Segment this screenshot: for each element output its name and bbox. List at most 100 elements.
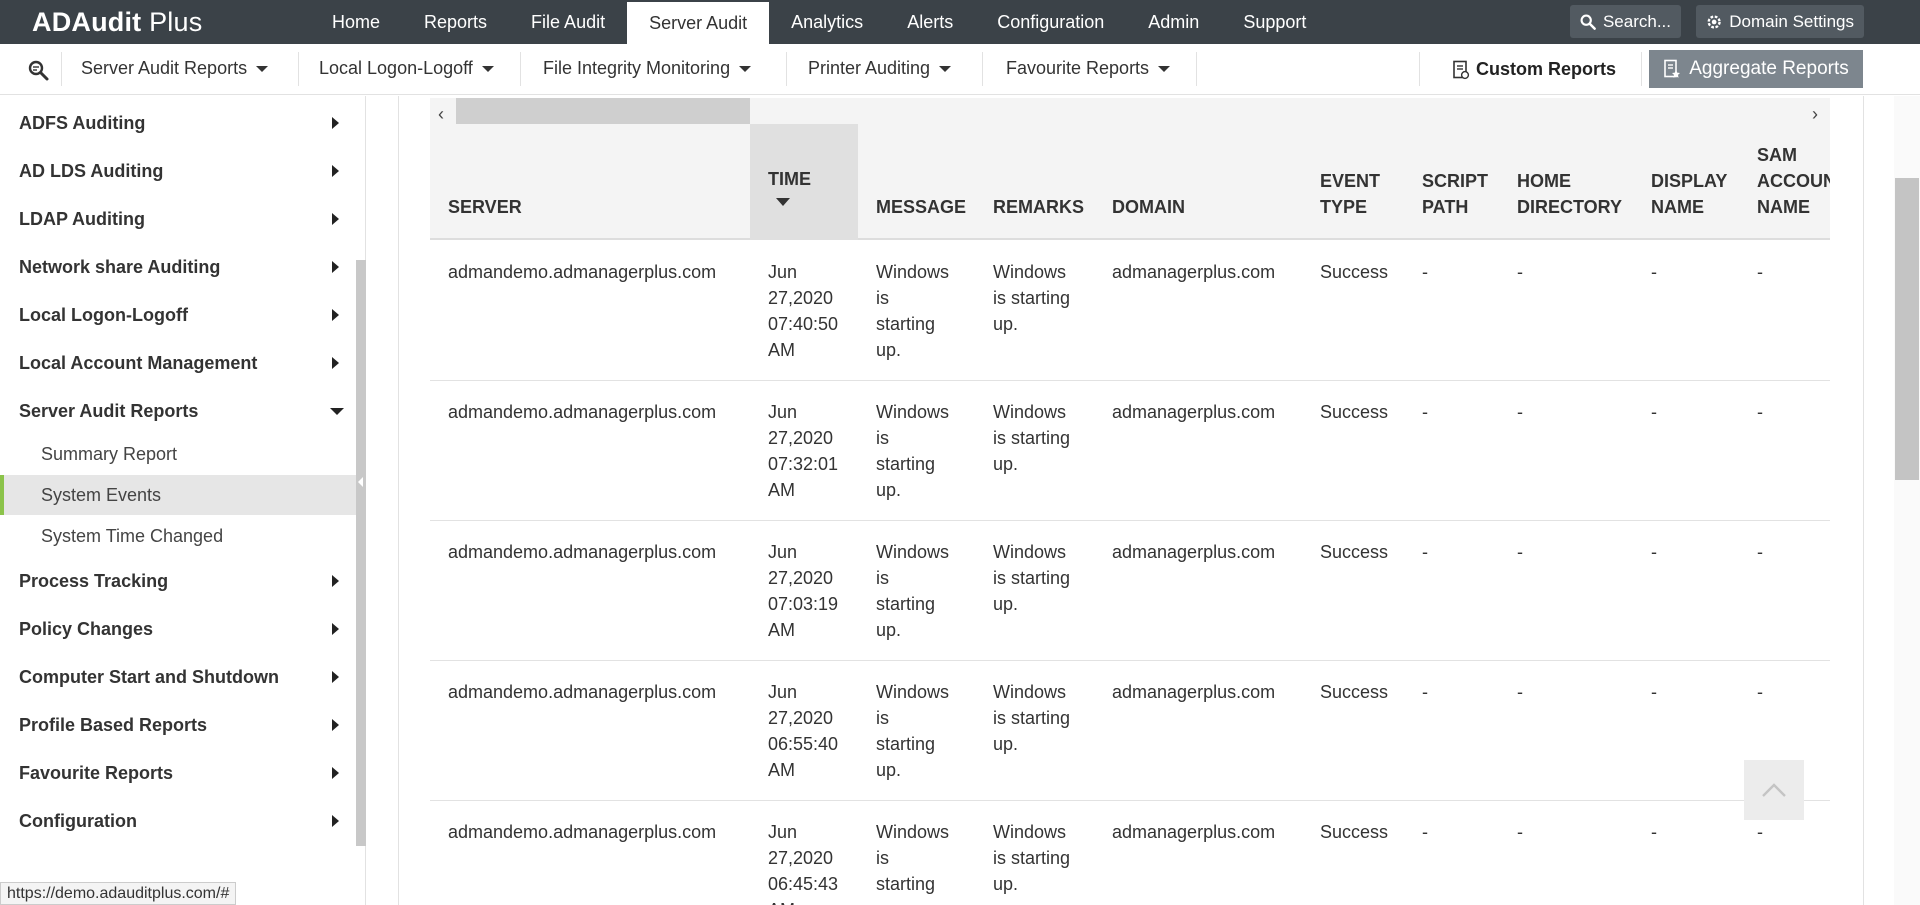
column-header-time[interactable]: TIME (768, 166, 811, 206)
scroll-left-icon[interactable]: ‹ (438, 104, 444, 125)
cell-display-name: - (1651, 682, 1657, 702)
page-scrollbar-thumb[interactable] (1895, 178, 1919, 480)
horizontal-scrollbar-thumb[interactable] (456, 98, 750, 124)
cell-sam-account-name: - (1757, 822, 1763, 842)
gear-icon (1707, 14, 1721, 29)
back-to-top-button[interactable] (1744, 760, 1804, 820)
subnav-printer-auditing[interactable]: Printer Auditing (808, 58, 952, 79)
cell-message: Windowsisstartingup. (876, 262, 950, 360)
app-logo[interactable]: ADAudit Plus (32, 7, 202, 38)
column-header-home-directory[interactable]: HOME DIRECTORY (1517, 168, 1622, 220)
subnav-file-integrity-monitoring[interactable]: File Integrity Monitoring (543, 58, 752, 79)
sidebar-item-process-tracking[interactable]: Process Tracking (19, 568, 349, 594)
domain-settings-button[interactable]: Domain Settings (1696, 5, 1864, 38)
column-header-display-name[interactable]: DISPLAY NAME (1651, 168, 1727, 220)
advanced-search-icon[interactable] (26, 58, 50, 82)
column-header-remarks[interactable]: REMARKS (993, 194, 1084, 220)
sidebar-item-adfs-auditing[interactable]: ADFS Auditing (19, 110, 349, 136)
chevron-up-icon (1762, 783, 1786, 797)
cell-time: Jun 27,2020 06:55:40 AM (768, 682, 839, 780)
cell-display-name: - (1651, 402, 1657, 422)
aggregate-reports-button[interactable]: Aggregate Reports (1649, 50, 1863, 88)
caret-down-icon (939, 65, 952, 72)
sidebar-subitem-system-time-changed[interactable]: System Time Changed (0, 516, 356, 556)
cell-message: Windowsisstartingup. (876, 682, 950, 780)
aggregate-report-icon (1664, 59, 1681, 78)
nav-support[interactable]: Support (1221, 0, 1328, 44)
cell-server: admandemo.admanagerplus.com (448, 542, 717, 562)
subnav-local-logon-logoff[interactable]: Local Logon-Logoff (319, 58, 494, 79)
column-header-sam-account-name[interactable]: SAM ACCOUN NAME (1757, 142, 1830, 220)
nav-configuration[interactable]: Configuration (975, 0, 1126, 44)
top-navigation-bar: ADAudit Plus Home Reports File Audit Ser… (0, 0, 1920, 44)
nav-reports[interactable]: Reports (402, 0, 509, 44)
sidebar-item-network-share-auditing[interactable]: Network share Auditing (19, 254, 349, 280)
chevron-right-icon (332, 357, 339, 369)
sidebar-item-favourite-reports[interactable]: Favourite Reports (19, 760, 349, 786)
cell-display-name: - (1651, 822, 1657, 842)
table-row[interactable] (430, 801, 1830, 905)
cell-display-name: - (1651, 262, 1657, 282)
sidebar-subitem-system-events[interactable]: System Events (0, 475, 356, 515)
cell-home-directory: - (1517, 682, 1523, 702)
nav-admin[interactable]: Admin (1126, 0, 1221, 44)
sidebar-item-computer-start-shutdown[interactable]: Computer Start and Shutdown (19, 664, 349, 690)
cell-sam-account-name: - (1757, 262, 1763, 282)
column-header-domain[interactable]: DOMAIN (1112, 194, 1185, 220)
column-header-script-path[interactable]: SCRIPT PATH (1422, 168, 1488, 220)
sidebar-item-local-logon-logoff[interactable]: Local Logon-Logoff (19, 302, 349, 328)
caret-down-icon (256, 65, 269, 72)
chevron-down-icon (330, 408, 344, 415)
sidebar-item-local-account-management[interactable]: Local Account Management (19, 350, 349, 376)
cell-script-path: - (1422, 262, 1428, 282)
cell-server: admandemo.admanagerplus.com (448, 402, 717, 422)
nav-file-audit[interactable]: File Audit (509, 0, 627, 44)
chevron-right-icon (332, 623, 339, 635)
cell-script-path: - (1422, 402, 1428, 422)
cell-event-type: Success (1320, 262, 1389, 282)
cell-message: Windowsisstartingup. (876, 542, 950, 640)
sidebar: ADFS Auditing AD LDS Auditing LDAP Audit… (0, 96, 366, 905)
custom-reports-button[interactable]: Custom Reports (1452, 59, 1616, 80)
sidebar-item-server-audit-reports[interactable]: Server Audit Reports (19, 398, 349, 424)
sidebar-subitem-summary-report[interactable]: Summary Report (0, 434, 356, 474)
column-header-event-type[interactable]: EVENT TYPE (1320, 168, 1380, 220)
chevron-right-icon (332, 261, 339, 273)
chevron-right-icon (332, 165, 339, 177)
cell-remarks: Windows is starting up. (993, 682, 1071, 754)
cell-event-type: Success (1320, 822, 1389, 842)
custom-reports-label: Custom Reports (1476, 59, 1617, 79)
search-button[interactable]: Search... (1570, 5, 1681, 38)
sort-descending-icon (776, 198, 790, 206)
sidebar-item-profile-based-reports[interactable]: Profile Based Reports (19, 712, 349, 738)
sidebar-item-ad-lds-auditing[interactable]: AD LDS Auditing (19, 158, 349, 184)
cell-remarks: Windows is starting up. (993, 262, 1071, 334)
subnav-server-audit-reports[interactable]: Server Audit Reports (81, 58, 269, 79)
sidebar-collapse-handle[interactable] (356, 260, 366, 846)
nav-analytics[interactable]: Analytics (769, 0, 885, 44)
nav-home[interactable]: Home (310, 0, 402, 44)
column-header-message[interactable]: MESSAGE (876, 194, 966, 220)
cell-domain: admanagerplus.com (1112, 262, 1276, 282)
cell-time: Jun 27,2020 07:40:50 AM (768, 262, 839, 360)
divider (1641, 52, 1642, 86)
caret-down-icon (481, 65, 494, 72)
cell-remarks: Windows is starting up. (993, 822, 1071, 894)
cell-script-path: - (1422, 822, 1428, 842)
chevron-right-icon (332, 575, 339, 587)
chevron-right-icon (332, 117, 339, 129)
cell-domain: admanagerplus.com (1112, 402, 1276, 422)
nav-alerts[interactable]: Alerts (885, 0, 975, 44)
subnav-favourite-reports[interactable]: Favourite Reports (1006, 58, 1171, 79)
column-header-server[interactable]: SERVER (448, 194, 522, 220)
nav-server-audit[interactable]: Server Audit (627, 2, 770, 44)
scroll-right-icon[interactable]: › (1812, 104, 1818, 125)
cell-message: Windowsisstartingup. (876, 402, 950, 500)
sidebar-item-ldap-auditing[interactable]: LDAP Auditing (19, 206, 349, 232)
cell-script-path: - (1422, 682, 1428, 702)
sidebar-item-policy-changes[interactable]: Policy Changes (19, 616, 349, 642)
sidebar-item-configuration[interactable]: Configuration (19, 808, 349, 834)
cell-remarks: Windows is starting up. (993, 542, 1071, 614)
cell-sam-account-name: - (1757, 402, 1763, 422)
cell-domain: admanagerplus.com (1112, 682, 1276, 702)
